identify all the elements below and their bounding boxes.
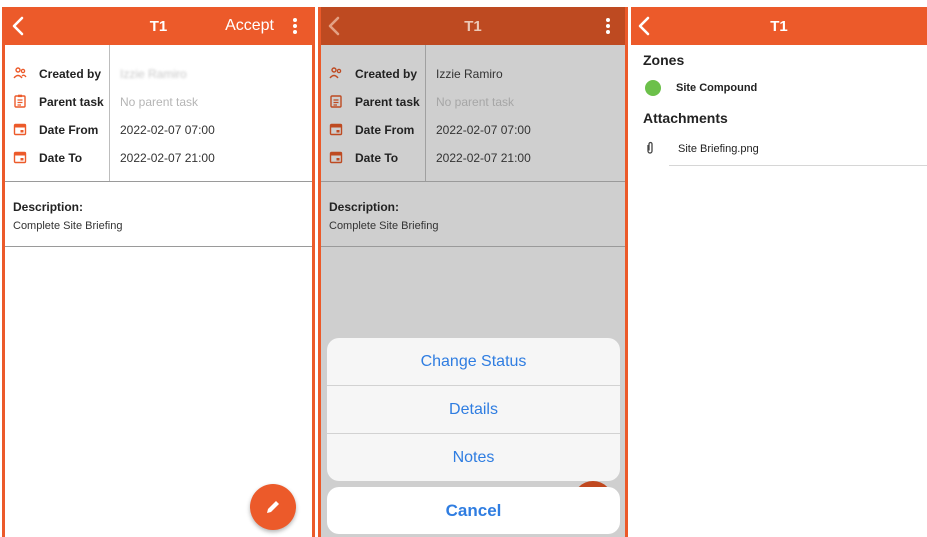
date-to-label: Date To <box>39 151 83 165</box>
app-bar: T1 Accept <box>5 7 312 45</box>
more-vert-icon[interactable] <box>605 18 611 36</box>
attachment-name: Site Briefing.png <box>678 143 759 155</box>
date-from-label: Date From <box>39 123 99 137</box>
pencil-icon <box>267 501 279 513</box>
parent-task-value: No parent task <box>436 95 515 109</box>
description-heading: Description: <box>329 200 400 214</box>
task-actions-screen: T1 Created by Izzie Ramiro Parent task N… <box>318 7 628 537</box>
cancel-button[interactable]: Cancel <box>327 487 620 534</box>
task-detail-screen: T1 Accept Created by Izzie Ramiro Parent… <box>2 7 315 537</box>
task-zones-screen: T1 Zones Site Compound Attachments Site … <box>631 7 927 537</box>
description-text: Complete Site Briefing <box>329 220 439 232</box>
description-text: Complete Site Briefing <box>13 220 123 232</box>
created-by-row: Created by Izzie Ramiro <box>5 64 312 84</box>
date-to-row: Date To 2022-02-07 21:00 <box>5 148 312 168</box>
clipboard-icon <box>330 95 342 108</box>
created-by-label: Created by <box>355 67 418 81</box>
accept-button[interactable]: Accept <box>225 17 274 35</box>
parent-task-row: Parent task No parent task <box>5 92 312 112</box>
parent-task-label: Parent task <box>355 95 420 109</box>
parent-task-value: No parent task <box>120 95 199 109</box>
task-info-table: Created by Izzie Ramiro Parent task No p… <box>321 45 625 182</box>
app-bar: T1 <box>631 7 927 45</box>
date-from-value: 2022-02-07 07:00 <box>436 123 531 137</box>
people-icon <box>329 67 342 79</box>
date-to-value: 2022-02-07 21:00 <box>120 151 215 165</box>
zones-heading: Zones <box>643 52 685 68</box>
attachments-heading: Attachments <box>643 110 728 126</box>
zone-color-dot <box>645 80 661 96</box>
app-bar: T1 <box>321 7 625 45</box>
description-heading: Description: <box>13 200 84 214</box>
divider <box>669 165 927 166</box>
description-section: Description: Complete Site Briefing <box>321 182 625 247</box>
task-info-table: Created by Izzie Ramiro Parent task No p… <box>5 45 312 182</box>
calendar-icon <box>13 123 27 136</box>
created-by-value: Izzie Ramiro <box>436 67 503 81</box>
people-icon <box>13 67 27 79</box>
calendar-icon <box>329 123 343 136</box>
created-by-label: Created by <box>39 67 102 81</box>
change-status-option[interactable]: Change Status <box>327 338 620 386</box>
date-from-row: Date From 2022-02-07 07:00 <box>5 120 312 140</box>
details-option[interactable]: Details <box>327 386 620 434</box>
parent-task-row: Parent task No parent task <box>321 92 625 112</box>
parent-task-label: Parent task <box>39 95 104 109</box>
attachment-item[interactable]: Site Briefing.png <box>645 141 927 166</box>
action-sheet: Change Status Details Notes <box>327 338 620 481</box>
paperclip-icon <box>647 141 653 154</box>
date-to-label: Date To <box>355 151 399 165</box>
more-vert-icon[interactable] <box>292 18 298 36</box>
zone-name: Site Compound <box>676 82 758 94</box>
created-by-value: Izzie Ramiro <box>120 67 187 81</box>
page-title: T1 <box>770 18 788 35</box>
page-title: T1 <box>464 18 482 35</box>
clipboard-icon <box>14 94 26 108</box>
date-from-label: Date From <box>355 123 415 137</box>
notes-option[interactable]: Notes <box>327 434 620 481</box>
calendar-icon <box>329 151 343 164</box>
date-from-value: 2022-02-07 07:00 <box>120 123 215 137</box>
date-to-row: Date To 2022-02-07 21:00 <box>321 148 625 168</box>
created-by-row: Created by Izzie Ramiro <box>321 64 625 84</box>
description-section: Description: Complete Site Briefing <box>5 182 312 247</box>
date-to-value: 2022-02-07 21:00 <box>436 151 531 165</box>
edit-fab-button[interactable] <box>250 484 296 530</box>
calendar-icon <box>13 151 27 164</box>
date-from-row: Date From 2022-02-07 07:00 <box>321 120 625 140</box>
